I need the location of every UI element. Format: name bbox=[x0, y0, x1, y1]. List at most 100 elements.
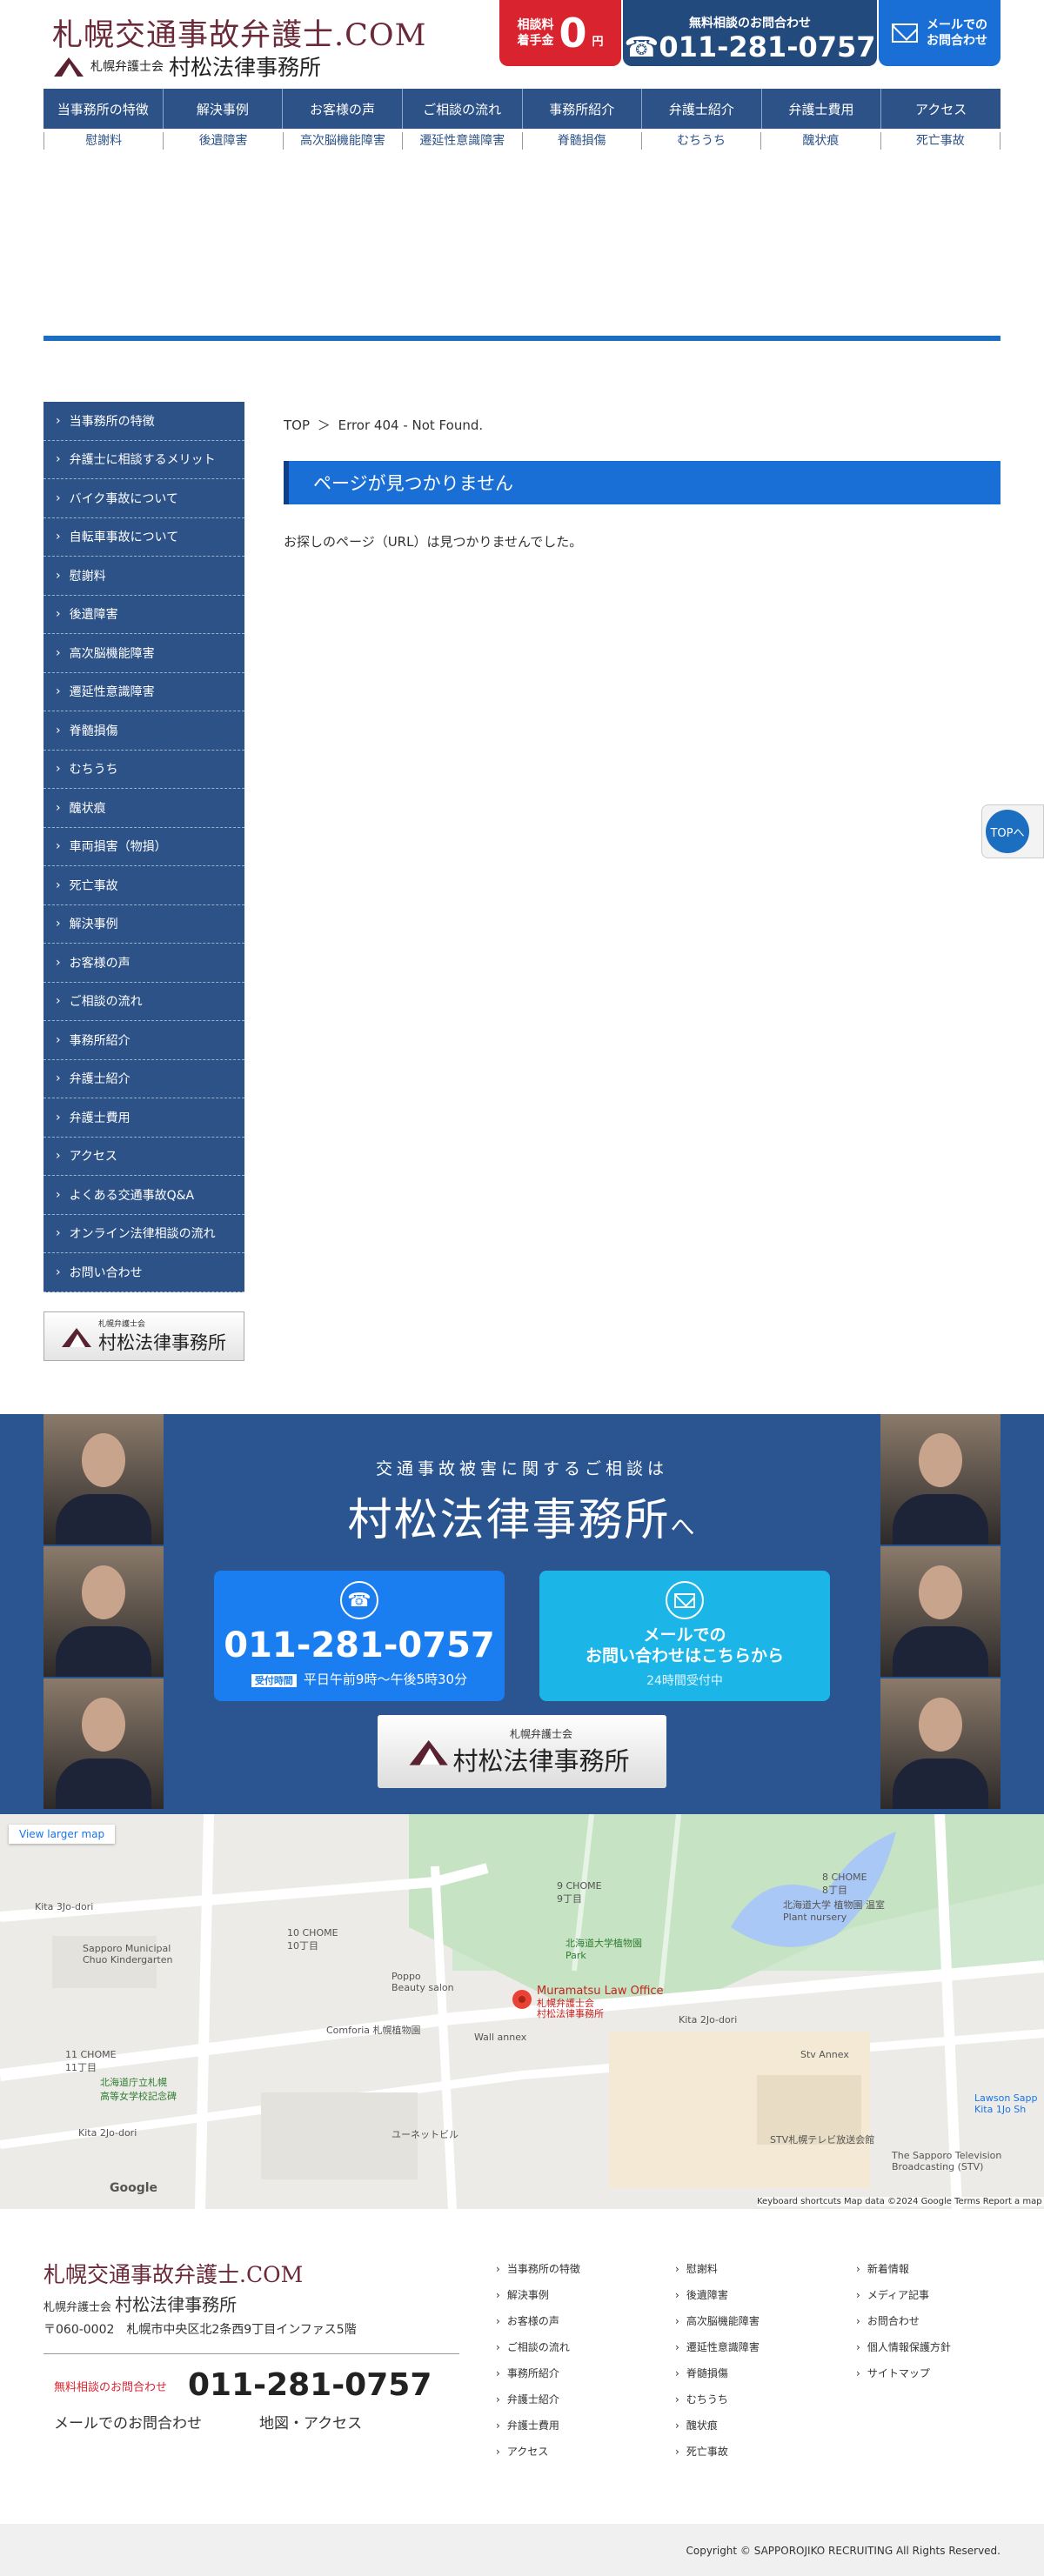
nav-item[interactable]: お客様の声 bbox=[283, 89, 403, 129]
sidebar-item[interactable]: むちうち bbox=[44, 750, 244, 789]
sidebar-item[interactable]: 弁護士紹介 bbox=[44, 1059, 244, 1098]
footer-link[interactable]: 遷延性意識障害 bbox=[675, 2334, 760, 2360]
map-label: Poppo Beauty salon bbox=[392, 1971, 454, 1993]
sidebar-logo-big: 村松法律事務所 bbox=[98, 1332, 226, 1353]
sidebar-item[interactable]: 事務所紹介 bbox=[44, 1021, 244, 1060]
footer-site-title[interactable]: 札幌交通事故弁護士.COM bbox=[44, 2258, 303, 2289]
footer-link[interactable]: 慰謝料 bbox=[675, 2256, 760, 2282]
footer-link[interactable]: 新着情報 bbox=[856, 2256, 951, 2282]
bar-association: 札幌弁護士会 bbox=[90, 60, 164, 74]
nav-item[interactable]: 事務所紹介 bbox=[523, 89, 643, 129]
cta-mail-button[interactable]: メールでの お問い合わせはこちらから 24時間受付中 bbox=[539, 1571, 830, 1701]
footer-link[interactable]: 弁護士費用 bbox=[496, 2412, 580, 2439]
sidebar-item[interactable]: 自転車事故について bbox=[44, 517, 244, 557]
sidebar-item[interactable]: 当事務所の特徴 bbox=[44, 402, 244, 441]
nav-item[interactable]: 弁護士紹介 bbox=[642, 89, 762, 129]
map-label: 北海道庁立札幌 高等女学校記念碑 bbox=[100, 2077, 177, 2102]
map-label: ユーネットビル bbox=[392, 2129, 458, 2140]
sidebar-item[interactable]: 醜状痕 bbox=[44, 789, 244, 828]
subnav-item[interactable]: 高次脳機能障害 bbox=[284, 132, 404, 150]
site-title[interactable]: 札幌交通事故弁護士.COM bbox=[52, 10, 426, 55]
sidebar-item[interactable]: 脊髄損傷 bbox=[44, 711, 244, 751]
sidebar-item[interactable]: お客様の声 bbox=[44, 944, 244, 983]
footer-link[interactable]: アクセス bbox=[496, 2439, 580, 2465]
nav-item[interactable]: アクセス bbox=[881, 89, 1000, 129]
footer-link[interactable]: 解決事例 bbox=[496, 2282, 580, 2308]
nav-item[interactable]: ご相談の流れ bbox=[403, 89, 523, 129]
subnav-item[interactable]: 脊髄損傷 bbox=[523, 132, 642, 150]
phone-icon: ☎ bbox=[340, 1581, 378, 1619]
back-to-top-label: TOPへ bbox=[986, 810, 1029, 853]
firm-logo[interactable]: 札幌弁護士会 村松法律事務所 bbox=[54, 50, 321, 82]
footer-tel-number[interactable]: 011-281-0757 bbox=[188, 2367, 432, 2403]
sidebar-item[interactable]: よくある交通事故Q&A bbox=[44, 1176, 244, 1215]
footer-link[interactable]: お問合わせ bbox=[856, 2308, 951, 2334]
map-label: Lawson Sapp Kita 1Jo Sh bbox=[974, 2092, 1038, 2115]
sidebar-item[interactable]: ご相談の流れ bbox=[44, 982, 244, 1021]
footer-link[interactable]: 死亡事故 bbox=[675, 2439, 760, 2465]
sidebar-item[interactable]: 弁護士に相談するメリット bbox=[44, 440, 244, 479]
sidebar-item[interactable]: オンライン法律相談の流れ bbox=[44, 1214, 244, 1253]
footer-link[interactable]: 弁護士紹介 bbox=[496, 2386, 580, 2412]
subnav-item[interactable]: 醜状痕 bbox=[761, 132, 881, 150]
embedded-map[interactable]: View larger map Muramatsu Law Office 札幌弁… bbox=[0, 1814, 1044, 2209]
subnav-item[interactable]: むちうち bbox=[642, 132, 762, 150]
sidebar-item[interactable]: お問い合わせ bbox=[44, 1253, 244, 1292]
footer-firm-name: 村松法律事務所 bbox=[115, 2294, 238, 2315]
footer-link[interactable]: 高次脳機能障害 bbox=[675, 2308, 760, 2334]
footer-link[interactable]: ご相談の流れ bbox=[496, 2334, 580, 2360]
map-attribution[interactable]: Keyboard shortcuts Map data ©2024 Google… bbox=[757, 2197, 1044, 2206]
footer-link[interactable]: お客様の声 bbox=[496, 2308, 580, 2334]
sub-nav: 慰謝料 後遺障害 高次脳機能障害 遷延性意識障害 脊髄損傷 むちうち 醜状痕 死… bbox=[44, 132, 1000, 150]
map-place-name[interactable]: Muramatsu Law Office bbox=[537, 1985, 664, 1998]
map-label: 北海道大学植物園 Park bbox=[566, 1938, 642, 1961]
sidebar-item[interactable]: 後遺障害 bbox=[44, 595, 244, 634]
sidebar-item[interactable]: 車両損害（物損） bbox=[44, 827, 244, 866]
footer-link[interactable]: 個人情報保護方針 bbox=[856, 2334, 951, 2360]
header-mail-button[interactable]: メールでの お問合わせ bbox=[879, 0, 1000, 66]
footer-link[interactable]: 事務所紹介 bbox=[496, 2360, 580, 2386]
map-label: Kita 2Jo-dori bbox=[78, 2127, 137, 2139]
copyright-bar: Copyright © SAPPOROJIKO RECRUITING All R… bbox=[0, 2524, 1044, 2576]
header-tel-button[interactable]: 無料相談のお問合わせ ☎011-281-0757 bbox=[623, 0, 877, 66]
view-larger-map-link[interactable]: View larger map bbox=[9, 1825, 116, 1844]
sidebar-item[interactable]: 弁護士費用 bbox=[44, 1098, 244, 1138]
cta-tel-number: 011-281-0757 bbox=[224, 1625, 495, 1665]
cta-firm-logo[interactable]: 札幌弁護士会 村松法律事務所 bbox=[378, 1715, 666, 1788]
cta-mail-hours: 24時間受付中 bbox=[646, 1674, 723, 1688]
firm-logo-icon bbox=[62, 1326, 93, 1347]
map-label: 北海道大学 植物園 温室 Plant nursery bbox=[783, 1899, 885, 1923]
footer-link[interactable]: むちうち bbox=[675, 2386, 760, 2412]
breadcrumb-top[interactable]: TOP bbox=[284, 417, 310, 433]
sidebar-item[interactable]: 高次脳機能障害 bbox=[44, 634, 244, 673]
sidebar-item[interactable]: 慰謝料 bbox=[44, 557, 244, 596]
subnav-item[interactable]: 死亡事故 bbox=[881, 132, 1000, 150]
nav-item[interactable]: 解決事例 bbox=[164, 89, 284, 129]
cta-tel-button[interactable]: ☎ 011-281-0757 受付時間 平日午前9時〜午後5時30分 bbox=[214, 1571, 505, 1701]
sidebar-firm-logo[interactable]: 札幌弁護士会 村松法律事務所 bbox=[44, 1311, 244, 1361]
sidebar-item[interactable]: バイク事故について bbox=[44, 479, 244, 518]
footer-link[interactable]: 醜状痕 bbox=[675, 2412, 760, 2439]
footer-link[interactable]: 当事務所の特徴 bbox=[496, 2256, 580, 2282]
cta-firm: 村松法律事務所 bbox=[347, 1495, 671, 1546]
footer-access-link[interactable]: 地図・アクセス bbox=[259, 2411, 362, 2433]
subnav-item[interactable]: 慰謝料 bbox=[44, 132, 164, 150]
map-label: Comforia 札幌植物園 bbox=[326, 2025, 421, 2036]
nav-item[interactable]: 当事務所の特徴 bbox=[44, 89, 164, 129]
footer-link[interactable]: サイトマップ bbox=[856, 2360, 951, 2386]
back-to-top-button[interactable]: TOPへ bbox=[981, 804, 1044, 858]
fee-yen: 円 bbox=[592, 35, 604, 49]
sidebar-item[interactable]: アクセス bbox=[44, 1137, 244, 1176]
subnav-item[interactable]: 遷延性意識障害 bbox=[403, 132, 523, 150]
footer-link[interactable]: 後遺障害 bbox=[675, 2282, 760, 2308]
footer-link[interactable]: 脊髄損傷 bbox=[675, 2360, 760, 2386]
sidebar-item[interactable]: 解決事例 bbox=[44, 904, 244, 944]
firm-name: 村松法律事務所 bbox=[169, 55, 322, 80]
footer-mail-link[interactable]: メールでのお問合わせ bbox=[54, 2411, 202, 2433]
mail-icon bbox=[674, 1592, 695, 1608]
sidebar-item[interactable]: 遷延性意識障害 bbox=[44, 672, 244, 711]
sidebar-item[interactable]: 死亡事故 bbox=[44, 866, 244, 905]
subnav-item[interactable]: 後遺障害 bbox=[164, 132, 284, 150]
footer-link[interactable]: メディア記事 bbox=[856, 2282, 951, 2308]
nav-item[interactable]: 弁護士費用 bbox=[762, 89, 882, 129]
